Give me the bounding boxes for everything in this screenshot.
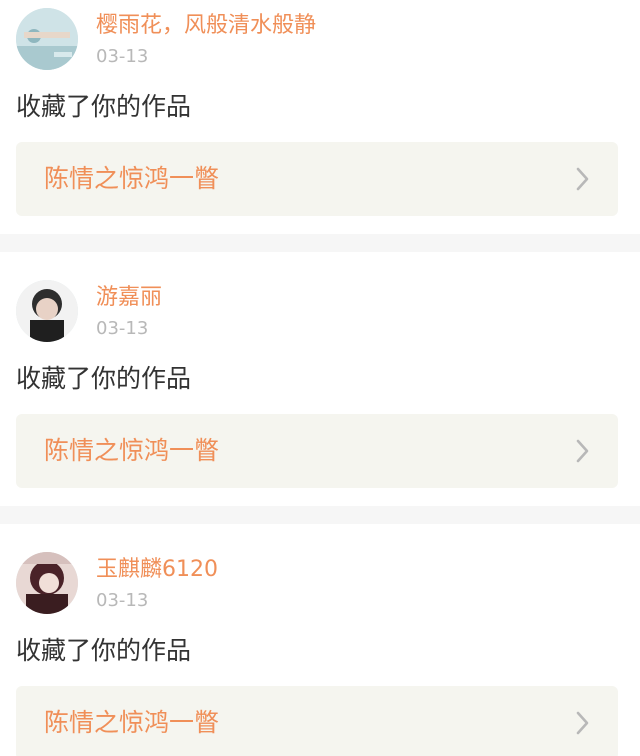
chevron-right-icon xyxy=(574,710,592,736)
timestamp: 03-13 xyxy=(96,590,149,611)
chevron-right-icon xyxy=(574,166,592,192)
avatar[interactable] xyxy=(16,8,78,70)
notification-card: 樱雨花，风般清水般静 03-13 收藏了你的作品 陈情之惊鸿一瞥 xyxy=(0,0,640,234)
work-title: 陈情之惊鸿一瞥 xyxy=(44,708,220,737)
work-title: 陈情之惊鸿一瞥 xyxy=(44,436,220,465)
notification-feed: 樱雨花，风般清水般静 03-13 收藏了你的作品 陈情之惊鸿一瞥 游嘉丽 03-… xyxy=(0,0,640,756)
section-divider xyxy=(0,234,640,252)
action-text: 收藏了你的作品 xyxy=(16,92,192,121)
work-link-card[interactable]: 陈情之惊鸿一瞥 xyxy=(16,142,618,216)
work-link-card[interactable]: 陈情之惊鸿一瞥 xyxy=(16,686,618,756)
avatar-photo-icon xyxy=(16,280,78,342)
action-text: 收藏了你的作品 xyxy=(16,636,192,665)
action-text: 收藏了你的作品 xyxy=(16,364,192,393)
notification-card: 玉麒麟6120 03-13 收藏了你的作品 陈情之惊鸿一瞥 xyxy=(0,524,640,756)
timestamp: 03-13 xyxy=(96,318,149,339)
username[interactable]: 樱雨花，风般清水般静 xyxy=(96,12,316,40)
section-divider xyxy=(0,506,640,524)
work-title: 陈情之惊鸿一瞥 xyxy=(44,164,220,193)
avatar[interactable] xyxy=(16,552,78,614)
avatar-photo-icon xyxy=(16,552,78,614)
avatar[interactable] xyxy=(16,280,78,342)
avatar-photo-icon xyxy=(16,8,78,70)
notification-card: 游嘉丽 03-13 收藏了你的作品 陈情之惊鸿一瞥 xyxy=(0,252,640,506)
timestamp: 03-13 xyxy=(96,46,149,67)
work-link-card[interactable]: 陈情之惊鸿一瞥 xyxy=(16,414,618,488)
username[interactable]: 游嘉丽 xyxy=(96,284,162,312)
chevron-right-icon xyxy=(574,438,592,464)
username[interactable]: 玉麒麟6120 xyxy=(96,556,218,584)
